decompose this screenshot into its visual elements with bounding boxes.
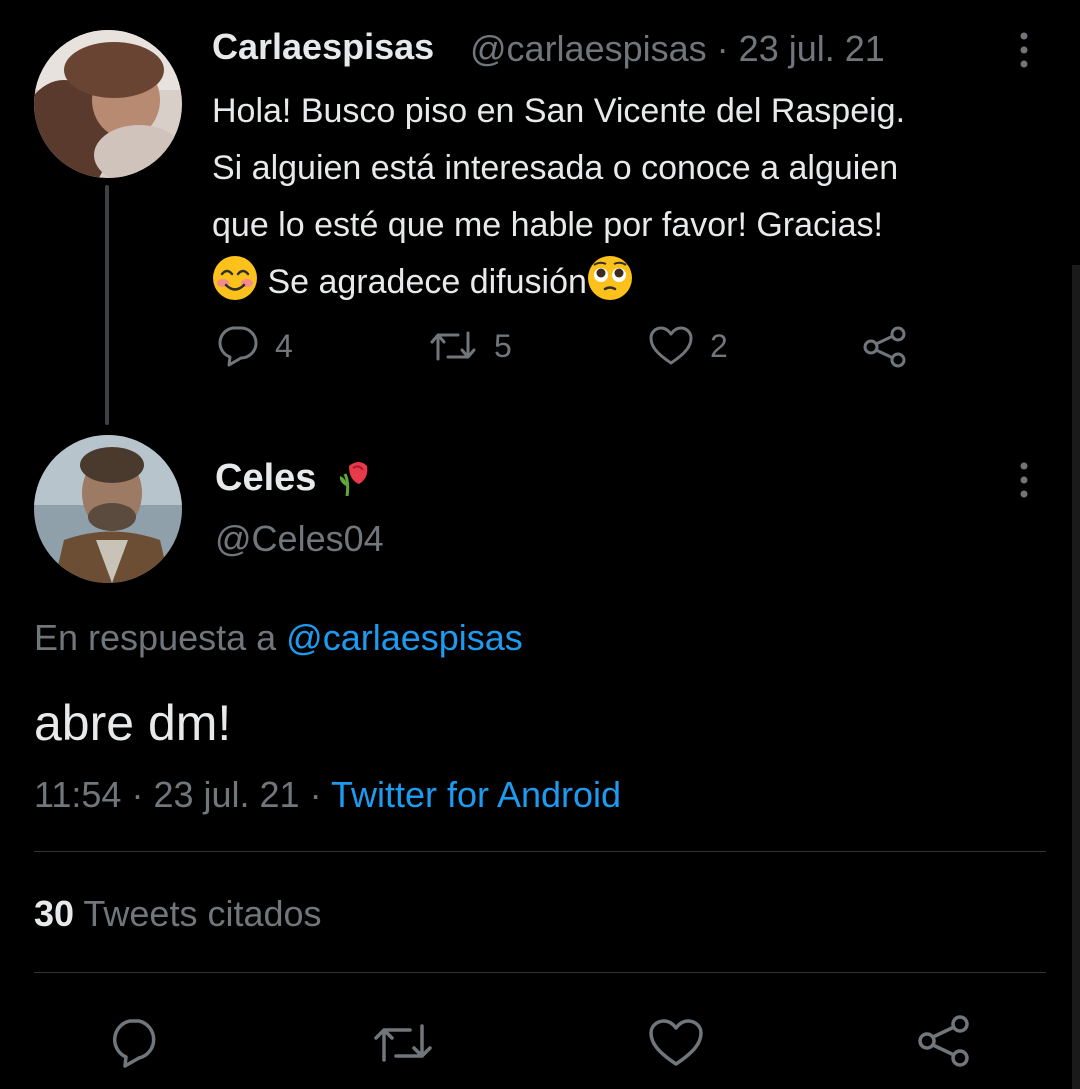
reply-to-mention[interactable]: @carlaespisas bbox=[286, 617, 523, 658]
tweet-source-link[interactable]: Twitter for Android bbox=[331, 774, 621, 815]
scrollbar[interactable] bbox=[1072, 265, 1080, 1089]
tweet-text: Hola! Busco piso en San Vicente del Rasp… bbox=[212, 83, 1052, 311]
tweet-date[interactable]: 23 jul. 21 bbox=[739, 28, 885, 69]
avatar-image bbox=[34, 30, 182, 178]
reply-to-label: En respuesta a bbox=[34, 617, 277, 658]
pleading-face-emoji-icon bbox=[587, 256, 632, 300]
quote-tweets-link[interactable]: 30 Tweets citados bbox=[34, 893, 322, 935]
share-icon bbox=[918, 1015, 969, 1067]
like-button[interactable] bbox=[648, 1018, 704, 1073]
tweet-meta: @carlaespisas · 23 jul. 21 bbox=[470, 28, 885, 70]
smiling-blush-emoji-icon bbox=[213, 256, 257, 300]
reply-button[interactable] bbox=[108, 1018, 162, 1073]
tweet-text-line: Hola! Busco piso en San Vicente del Rasp… bbox=[212, 92, 906, 130]
quote-count: 30 bbox=[34, 893, 75, 934]
share-button[interactable] bbox=[862, 325, 924, 369]
tweet-text-line: que lo esté que me hable por favor! Grac… bbox=[212, 206, 883, 244]
reply-icon bbox=[218, 326, 258, 367]
divider bbox=[34, 972, 1046, 973]
author-name[interactable]: Carlaespisas bbox=[212, 26, 434, 68]
wilted-rose-emoji-icon bbox=[339, 462, 368, 497]
heart-icon bbox=[649, 1019, 703, 1066]
tweet-timestamp: 11:54 · 23 jul. 21 · Twitter for Android bbox=[34, 774, 621, 816]
meta-separator: · bbox=[131, 774, 144, 815]
retweet-icon bbox=[374, 1024, 432, 1062]
retweet-button[interactable]: 5 bbox=[428, 325, 512, 367]
author-name[interactable]: Celes bbox=[215, 457, 316, 499]
thread-connector bbox=[105, 185, 109, 425]
retweet-count: 5 bbox=[494, 327, 512, 364]
reply-context: En respuesta a @carlaespisas bbox=[34, 617, 523, 659]
avatar-image bbox=[34, 435, 182, 583]
avatar-celes[interactable] bbox=[34, 435, 182, 583]
like-button[interactable]: 2 bbox=[648, 325, 728, 367]
tweet-time: 11:54 bbox=[34, 774, 122, 815]
share-button[interactable] bbox=[916, 1014, 972, 1073]
more-vertical-icon bbox=[1020, 462, 1028, 498]
meta-separator: · bbox=[309, 774, 322, 815]
author-name-row: Celes bbox=[215, 456, 371, 500]
more-options-button[interactable] bbox=[1014, 460, 1034, 505]
tweet-text-line: Si alguien está interesada o conoce a al… bbox=[212, 149, 899, 187]
more-vertical-icon bbox=[1020, 32, 1028, 68]
divider bbox=[34, 851, 1046, 852]
tweet-text-last: Se agradece difusión bbox=[267, 263, 587, 301]
tweet-text: abre dm! bbox=[34, 695, 232, 751]
tweet-date: 23 jul. 21 bbox=[153, 774, 300, 815]
quote-label: Tweets citados bbox=[83, 893, 322, 934]
meta-separator: · bbox=[716, 28, 729, 69]
like-count: 2 bbox=[710, 327, 728, 364]
retweet-button[interactable] bbox=[372, 1018, 434, 1073]
reply-icon bbox=[113, 1019, 156, 1068]
retweet-icon bbox=[430, 331, 476, 361]
tweet-text-line: Se agradece difusión bbox=[212, 254, 1052, 311]
more-options-button[interactable] bbox=[1014, 30, 1034, 75]
reply-count: 4 bbox=[275, 327, 293, 364]
heart-icon bbox=[649, 326, 693, 365]
author-handle[interactable]: @Celes04 bbox=[215, 518, 384, 560]
author-handle[interactable]: @carlaespisas bbox=[470, 28, 707, 69]
avatar-carlaespisas[interactable] bbox=[34, 30, 182, 178]
share-icon bbox=[863, 326, 906, 368]
reply-button[interactable]: 4 bbox=[215, 325, 293, 367]
